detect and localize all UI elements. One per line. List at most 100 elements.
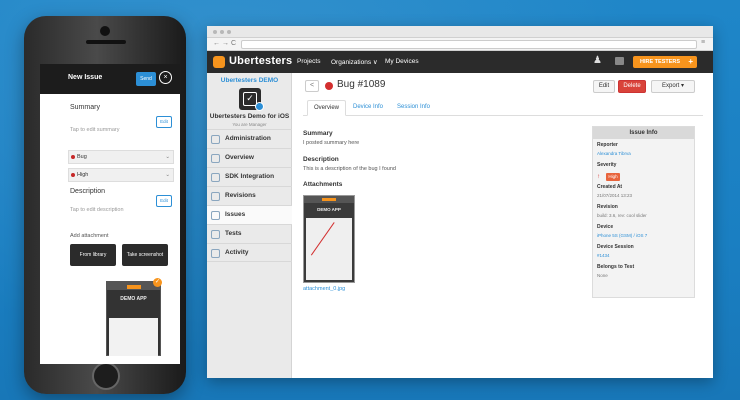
sidebar-item-label: Administration xyxy=(225,135,271,142)
sidebar-item-overview[interactable]: Overview xyxy=(207,148,292,167)
take-screenshot-button[interactable]: Take screenshot xyxy=(122,244,168,266)
back-button[interactable]: < xyxy=(305,80,319,92)
sidebar-item-sdk-integration[interactable]: SDK Integration xyxy=(207,167,292,186)
window-titlebar xyxy=(207,26,713,38)
sidebar-item-administration[interactable]: Administration xyxy=(207,129,292,148)
sidebar-item-label: Overview xyxy=(225,154,254,161)
revision-value: build: 3.6, rev: cool slider xyxy=(597,213,647,218)
description-text: This is a description of the bug I found xyxy=(303,166,396,172)
tab-device-info[interactable]: Device Info xyxy=(347,100,389,116)
window-dot-icon xyxy=(227,30,231,34)
attachments-heading: Attachments xyxy=(303,181,343,188)
page-title: Bug #1089 xyxy=(337,79,386,90)
summary-placeholder[interactable]: Tap to edit summary xyxy=(70,127,120,133)
session-value[interactable]: #1434 xyxy=(597,253,610,258)
app-name: Ubertesters Demo for iOS xyxy=(209,113,290,120)
severity-label: Severity xyxy=(597,162,617,168)
attachment-preview[interactable]: DEMO APP xyxy=(303,195,356,283)
hire-testers-button[interactable]: HIRE TESTERS + xyxy=(633,56,697,68)
type-select[interactable]: Bug ⌄ xyxy=(68,150,174,164)
tab-session-info[interactable]: Session Info xyxy=(391,100,436,116)
delete-button[interactable]: Delete xyxy=(618,80,646,93)
user-role: You are Manager xyxy=(232,122,267,127)
app-topbar: Ubertesters Projects Organizations ∨ My … xyxy=(207,51,713,73)
plus-icon: + xyxy=(688,57,693,66)
revisions-icon xyxy=(211,192,220,201)
summary-edit-button[interactable]: Edit xyxy=(156,116,172,128)
attachment-title: DEMO APP xyxy=(317,207,341,212)
issue-info-heading: Issue Info xyxy=(593,127,694,139)
created-label: Created At xyxy=(597,184,623,190)
attachment-logo xyxy=(322,198,336,201)
description-placeholder[interactable]: Tap to edit description xyxy=(70,207,124,213)
belongs-label: Belongs to Test xyxy=(597,264,635,270)
sidebar-item-label: Activity xyxy=(225,249,249,256)
nav-projects[interactable]: Projects xyxy=(297,58,320,65)
chat-icon[interactable] xyxy=(615,57,624,65)
check-icon: ✓ xyxy=(153,278,162,287)
sidebar-item-label: Tests xyxy=(225,230,242,237)
revision-label: Revision xyxy=(597,204,618,210)
project-name[interactable]: Ubertesters DEMO xyxy=(207,77,292,84)
reporter-value[interactable]: Alexandra Tibrva xyxy=(597,151,631,156)
attachment-label: Add attachment xyxy=(70,233,109,239)
send-button[interactable]: Send xyxy=(136,72,156,86)
type-value: Bug xyxy=(77,154,87,160)
issues-icon xyxy=(211,211,220,220)
device-value[interactable]: iPhone 5S (GSM) / iOS 7 xyxy=(597,233,647,238)
brand-name[interactable]: Ubertesters xyxy=(229,55,292,67)
sidebar: Ubertesters DEMO ✓ Ubertesters Demo for … xyxy=(207,73,292,378)
severity-value: High xyxy=(77,172,89,178)
summary-label: Summary xyxy=(70,104,100,111)
user-icon[interactable]: ♟ xyxy=(593,55,605,69)
device-label: Device xyxy=(597,224,614,230)
issue-tabs: Overview Device Info Session Info xyxy=(303,100,703,116)
nav-organizations[interactable]: Organizations ∨ xyxy=(331,58,378,66)
session-label: Device Session xyxy=(597,244,634,250)
address-bar[interactable] xyxy=(241,40,697,49)
window-dot-icon xyxy=(213,30,217,34)
reporter-label: Reporter xyxy=(597,142,618,148)
ubertesters-logo-icon xyxy=(213,56,225,68)
nav-my-devices[interactable]: My Devices xyxy=(385,58,419,65)
attachment-filename-link[interactable]: attachment_0.jpg xyxy=(303,286,363,292)
thumb-logo xyxy=(127,285,141,289)
phone-title: New Issue xyxy=(68,74,103,81)
chevron-down-icon: ⌄ xyxy=(165,172,170,178)
sidebar-item-revisions[interactable]: Revisions xyxy=(207,186,292,205)
address-toolbar: ←→C ≡ xyxy=(207,38,713,51)
bug-icon xyxy=(325,82,333,90)
attachment-thumbnail[interactable]: DEMO APP ✓ xyxy=(106,278,162,356)
from-library-button[interactable]: From library xyxy=(70,244,116,266)
created-value: 21/07/2014 13:23 xyxy=(597,193,633,198)
summary-text: I posted summary here xyxy=(303,140,360,146)
sidebar-item-activity[interactable]: Activity xyxy=(207,243,292,262)
severity-badge: ↑ High xyxy=(597,173,621,181)
sidebar-item-issues[interactable]: Issues xyxy=(207,205,292,224)
arrow-up-icon: ↑ xyxy=(597,174,600,180)
severity-select[interactable]: High ⌄ xyxy=(68,168,174,182)
sidebar-item-tests[interactable]: Tests xyxy=(207,224,292,243)
browser-menu-icon[interactable]: ≡ xyxy=(701,39,705,46)
hire-testers-label: HIRE TESTERS xyxy=(640,59,681,65)
export-button[interactable]: Export ▾ xyxy=(651,80,695,93)
sidebar-item-label: Issues xyxy=(225,211,246,218)
severity-icon xyxy=(71,173,75,177)
description-heading: Description xyxy=(303,156,339,163)
description-edit-button[interactable]: Edit xyxy=(156,195,172,207)
speaker-grille xyxy=(86,40,126,44)
issue-info-panel: Issue Info Reporter Alexandra Tibrva Sev… xyxy=(592,126,695,298)
browser-nav-icons[interactable]: ←→C xyxy=(213,40,238,47)
thumb-title: DEMO APP xyxy=(120,296,147,302)
summary-heading: Summary xyxy=(303,130,333,137)
sidebar-item-label: Revisions xyxy=(225,192,256,199)
tests-icon xyxy=(211,230,220,239)
thumb-panel xyxy=(109,318,158,356)
admin-icon xyxy=(211,135,220,144)
bug-icon xyxy=(71,155,75,159)
edit-button[interactable]: Edit xyxy=(593,80,615,93)
apple-badge-icon xyxy=(255,102,264,111)
sidebar-item-label: SDK Integration xyxy=(225,173,275,180)
tab-overview[interactable]: Overview xyxy=(307,100,347,116)
close-icon[interactable]: × xyxy=(159,71,172,84)
